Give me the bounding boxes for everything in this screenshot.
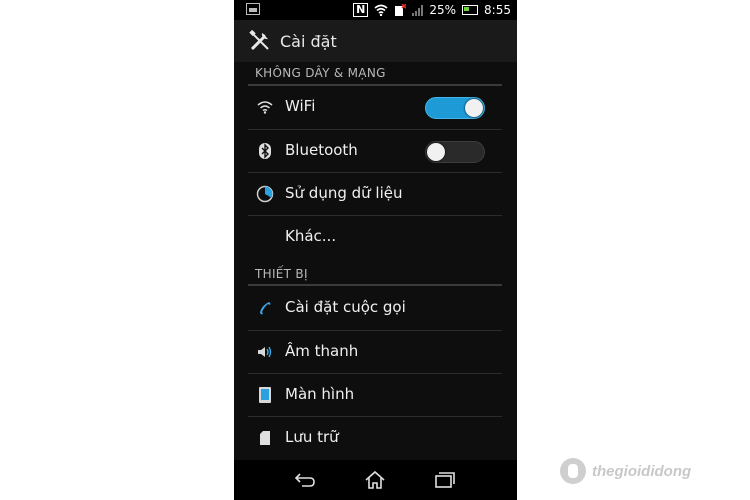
wrench-screwdriver-icon bbox=[249, 29, 269, 51]
settings-item-call-settings[interactable]: Cài đặt cuộc gọi bbox=[248, 287, 502, 330]
toggle-knob bbox=[465, 99, 483, 117]
battery-icon bbox=[462, 5, 479, 15]
wifi-status-icon bbox=[374, 4, 388, 16]
watermark: thegioididong bbox=[560, 458, 691, 484]
speaker-icon bbox=[256, 343, 274, 361]
action-bar: Cài đặt bbox=[234, 20, 517, 62]
watermark-text: thegioididong bbox=[592, 462, 692, 480]
settings-item-bluetooth[interactable]: Bluetooth bbox=[248, 130, 502, 173]
settings-item-label: Khác... bbox=[285, 227, 337, 245]
settings-item-label: Màn hình bbox=[285, 385, 355, 403]
no-sim-icon bbox=[395, 4, 407, 16]
toggle-knob bbox=[427, 143, 445, 161]
settings-item-label: WiFi bbox=[285, 97, 316, 115]
phone-icon bbox=[256, 299, 274, 317]
signal-strength-icon bbox=[412, 4, 424, 16]
settings-item-data-usage[interactable]: Sử dụng dữ liệu bbox=[248, 173, 502, 216]
settings-item-display[interactable]: Màn hình bbox=[248, 374, 502, 417]
settings-item-wifi[interactable]: WiFi bbox=[248, 86, 502, 129]
settings-item-label: Bluetooth bbox=[285, 141, 358, 159]
settings-item-sound[interactable]: Âm thanh bbox=[248, 331, 502, 374]
recent-apps-icon[interactable] bbox=[434, 470, 456, 490]
settings-item-storage[interactable]: Lưu trữ bbox=[248, 417, 502, 460]
bluetooth-icon bbox=[256, 142, 274, 160]
settings-item-label: Sử dụng dữ liệu bbox=[285, 184, 403, 202]
page-title: Cài đặt bbox=[280, 31, 337, 51]
navigation-bar bbox=[234, 460, 517, 500]
settings-item-label: Lưu trữ bbox=[285, 428, 339, 446]
wifi-toggle[interactable] bbox=[425, 97, 485, 119]
watermark-logo-icon bbox=[560, 458, 586, 484]
status-bar: N 25% 8:55 bbox=[234, 0, 517, 20]
settings-list: KHÔNG DÂY & MẠNG WiFi Bluetooth Sử dụng … bbox=[234, 62, 517, 460]
wifi-icon bbox=[256, 98, 274, 116]
bluetooth-toggle[interactable] bbox=[425, 141, 485, 163]
gallery-notification-icon bbox=[246, 3, 260, 15]
storage-icon bbox=[256, 429, 274, 447]
battery-percent: 25% bbox=[429, 3, 457, 17]
settings-item-more[interactable]: Khác... bbox=[248, 216, 502, 259]
nfc-icon: N bbox=[353, 3, 369, 17]
back-icon[interactable] bbox=[294, 470, 316, 490]
clock: 8:55 bbox=[484, 3, 511, 17]
section-header-wireless: KHÔNG DÂY & MẠNG bbox=[255, 66, 386, 80]
phone-screen: N 25% 8:55 Cài đặt KHÔNG DÂY & MẠNG WiFi… bbox=[234, 0, 517, 500]
settings-item-label: Âm thanh bbox=[285, 342, 359, 360]
home-icon[interactable] bbox=[364, 470, 386, 490]
section-header-device: THIẾT BỊ bbox=[255, 267, 308, 281]
section-divider bbox=[248, 284, 502, 286]
settings-item-label: Cài đặt cuộc gọi bbox=[285, 298, 406, 316]
display-icon bbox=[256, 386, 274, 404]
data-usage-icon bbox=[256, 185, 274, 203]
